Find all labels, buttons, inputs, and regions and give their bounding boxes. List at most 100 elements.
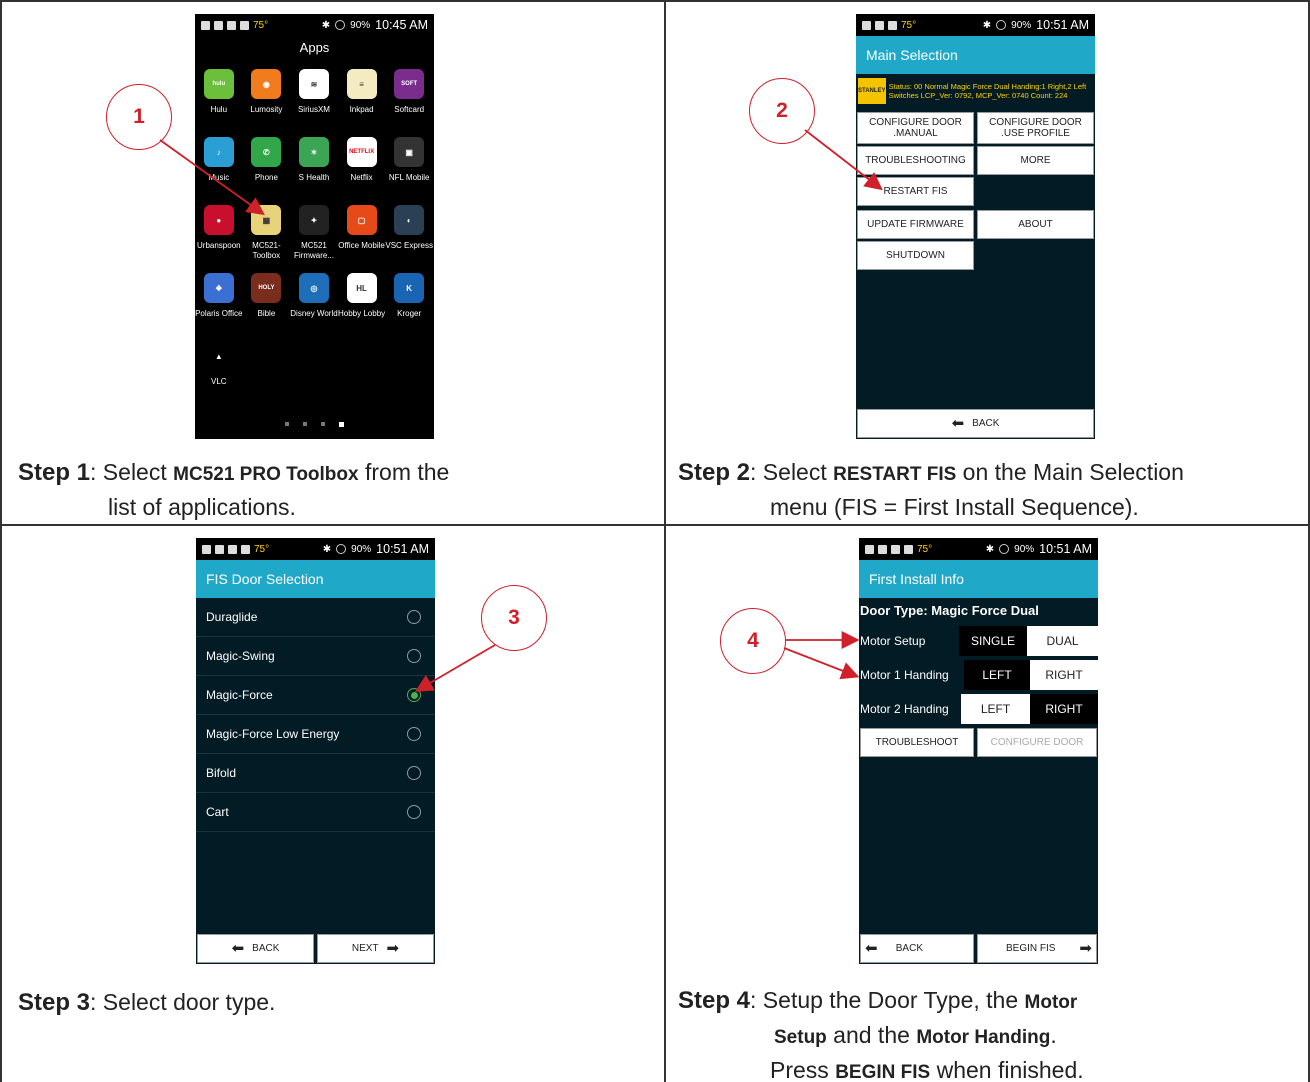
app-item[interactable]: ◐ VSC Express xyxy=(385,205,433,261)
bible-icon: HOLY xyxy=(251,273,282,303)
app-item[interactable]: ◎ Disney World xyxy=(290,273,338,329)
back-button[interactable]: ⬅ BACK xyxy=(197,934,314,963)
app-label: Kroger xyxy=(397,309,422,318)
begin-fis-button[interactable]: BEGIN FIS ➡ xyxy=(977,934,1097,963)
radio-button[interactable] xyxy=(407,727,421,741)
arrow-right-icon: ➡ xyxy=(1079,939,1092,957)
phone-screen-main-selection: 75° ✱ 90% 10:51 AM Main Selection STANLEY … xyxy=(856,14,1095,439)
back-button[interactable]: ⬅ BACK xyxy=(860,934,974,963)
arrow-left-icon: ⬅ xyxy=(865,939,878,957)
arrow-right-icon: ➡ xyxy=(386,939,400,957)
app-item[interactable]: HL Hobby Lobby xyxy=(338,273,386,329)
motor-1-handing-row: Motor 1 Handing LEFT RIGHT xyxy=(859,658,1098,692)
app-label: Phone xyxy=(254,173,278,182)
motor-1-left-option[interactable]: LEFT xyxy=(964,660,1030,690)
app-item[interactable]: ≋ SiriusXM xyxy=(290,69,338,125)
next-button[interactable]: NEXT ➡ xyxy=(317,934,434,963)
app-label: Netflix xyxy=(350,173,373,182)
radio-button[interactable] xyxy=(407,610,421,624)
status-bar: 75° ✱ 90% 10:51 AM xyxy=(859,538,1098,560)
about-button[interactable]: ABOUT xyxy=(977,210,1094,239)
radio-button[interactable] xyxy=(407,805,421,819)
app-label: Urbanspoon xyxy=(197,241,241,250)
troubleshooting-button[interactable]: TROUBLESHOOTING xyxy=(857,146,974,175)
step-2-caption: Step 2: Select RESTART FIS on the Main S… xyxy=(678,459,1184,520)
status-time: 10:51 AM xyxy=(1039,542,1092,556)
app-item[interactable]: ✦ MC521 Firmware... xyxy=(290,205,338,261)
app-item[interactable]: HOLY Bible xyxy=(243,273,291,329)
restart-fis-button[interactable]: RESTART FIS xyxy=(857,177,974,206)
app-item[interactable]: K Kroger xyxy=(385,273,433,329)
radio-button[interactable] xyxy=(407,688,421,702)
app-item[interactable]: ♪ Music xyxy=(195,137,243,193)
app-item[interactable]: ✆ Phone xyxy=(243,137,291,193)
device-status: STANLEY Status: 00 Normal Magic Force Du… xyxy=(856,74,1095,108)
door-type-label: Magic-Force Low Energy xyxy=(206,727,340,741)
more-button[interactable]: MORE xyxy=(977,146,1094,175)
arrow-left-icon: ⬅ xyxy=(951,414,965,432)
radio-button[interactable] xyxy=(407,766,421,780)
apps-title: Apps xyxy=(299,40,330,55)
s-health-icon: ✶ xyxy=(298,137,329,167)
phone-screen-fis-door-selection: 75° ✱ 90% 10:51 AM FIS Door Selection Dura… xyxy=(196,538,435,964)
configure-door-button[interactable]: CONFIGURE DOOR xyxy=(977,728,1097,757)
door-type-option[interactable]: Magic-Force xyxy=(196,676,435,715)
app-item[interactable]: hulu Hulu xyxy=(195,69,243,125)
back-button[interactable]: ⬅ BACK xyxy=(857,409,1094,438)
hobby-lobby-icon: HL xyxy=(346,273,377,303)
app-item[interactable]: SOFT Softcard xyxy=(385,69,433,125)
door-type-option[interactable]: Bifold xyxy=(196,754,435,793)
app-item[interactable]: ❖ Polaris Office xyxy=(195,273,243,329)
music-icon: ♪ xyxy=(203,137,234,167)
app-label: Lumosity xyxy=(250,105,283,114)
app-label: VSC Express xyxy=(385,241,433,250)
door-type-option[interactable]: Cart xyxy=(196,793,435,832)
app-item[interactable]: ▢ Office Mobile xyxy=(338,205,386,261)
door-type-option[interactable]: Duraglide xyxy=(196,598,435,637)
app-item[interactable]: NETFLIX Netflix xyxy=(338,137,386,193)
radio-button[interactable] xyxy=(407,649,421,663)
configure-door-manual-button[interactable]: CONFIGURE DOOR .MANUAL xyxy=(857,112,974,144)
motor-setup-dual-option[interactable]: DUAL xyxy=(1027,626,1098,656)
step-3-caption: Step 3: Select door type. xyxy=(18,989,276,1016)
app-item[interactable]: ● Urbanspoon xyxy=(195,205,243,261)
app-item[interactable]: ▦ MC521-Toolbox xyxy=(243,205,291,261)
door-type-label: Cart xyxy=(206,805,229,819)
app-label: VLC xyxy=(211,377,227,386)
configure-door-profile-button[interactable]: CONFIGURE DOOR .USE PROFILE xyxy=(977,112,1094,144)
app-item[interactable]: ✶ S Health xyxy=(290,137,338,193)
door-type-label: Magic-Force xyxy=(206,688,273,702)
motor-setup-row: Motor Setup SINGLE DUAL xyxy=(859,624,1098,658)
update-firmware-button[interactable]: UPDATE FIRMWARE xyxy=(857,210,974,239)
first-install-info-title: First Install Info xyxy=(859,560,1098,598)
app-item[interactable]: ▲ VLC xyxy=(195,341,243,397)
door-type-option[interactable]: Magic-Swing xyxy=(196,637,435,676)
arrow-left-icon: ⬅ xyxy=(231,939,245,957)
motor-2-handing-label: Motor 2 Handing xyxy=(860,702,949,716)
motor-2-handing-row: Motor 2 Handing LEFT RIGHT xyxy=(859,692,1098,726)
app-label: Bible xyxy=(257,309,276,318)
motor-1-right-option[interactable]: RIGHT xyxy=(1030,660,1098,690)
shutdown-button[interactable]: SHUTDOWN xyxy=(857,241,974,270)
app-item[interactable]: ▣ NFL Mobile xyxy=(385,137,433,193)
door-type-label: Bifold xyxy=(206,766,237,780)
door-type-option[interactable]: Magic-Force Low Energy xyxy=(196,715,435,754)
app-label: Disney World xyxy=(290,309,338,318)
status-bar: 75° ✱ 90% 10:51 AM xyxy=(856,14,1095,36)
motor-2-right-option[interactable]: RIGHT xyxy=(1030,694,1098,724)
app-label: Hulu xyxy=(210,105,228,114)
troubleshoot-button[interactable]: TROUBLESHOOT xyxy=(860,728,974,757)
motor-setup-single-option[interactable]: SINGLE xyxy=(959,626,1027,656)
status-bar: 75° ✱ 90% 10:45 AM xyxy=(195,14,434,36)
hulu-icon: hulu xyxy=(203,69,234,99)
status-time: 10:51 AM xyxy=(1036,18,1089,32)
grid-horizontal-divider xyxy=(0,524,1310,526)
door-type-label: Duraglide xyxy=(206,610,258,624)
app-item[interactable]: ◉ Lumosity xyxy=(243,69,291,125)
app-item[interactable]: ≡ Inkpad xyxy=(338,69,386,125)
motor-2-left-option[interactable]: LEFT xyxy=(961,694,1030,724)
app-label: Music xyxy=(208,173,230,182)
status-time: 10:45 AM xyxy=(375,18,428,32)
grid-left-border xyxy=(0,0,2,1082)
step-4-caption: Step 4: Setup the Door Type, the Motor S… xyxy=(678,987,1084,1082)
